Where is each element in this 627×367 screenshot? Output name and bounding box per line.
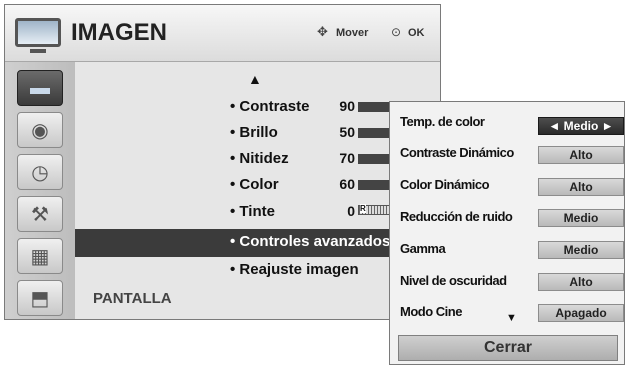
tv-icon	[15, 18, 61, 53]
sidebar-item-network[interactable]: ▦	[17, 238, 63, 274]
sidebar-item-audio[interactable]: ◉	[17, 112, 63, 148]
section-label: PANTALLA	[93, 290, 172, 307]
popup-label-modo-cine: Modo Cine	[400, 304, 462, 319]
tinte-slider-r-label: R	[360, 204, 366, 213]
nivel-oscuridad-button[interactable]: Alto	[538, 273, 624, 291]
contraste-value: 90	[339, 98, 355, 114]
modo-cine-button[interactable]: Apagado	[538, 304, 624, 322]
menu-item-color[interactable]: • Color	[230, 176, 279, 193]
temp-color-value: Medio	[563, 119, 599, 133]
gamma-button[interactable]: Medio	[538, 241, 624, 259]
color-value: 60	[339, 176, 355, 192]
popup-label-reduccion-ruido: Reducción de ruido	[400, 209, 513, 224]
menu-item-tinte[interactable]: • Tinte	[230, 203, 275, 220]
tv-icon: ▬	[30, 76, 50, 99]
nitidez-value: 70	[339, 150, 355, 166]
popup-label-color-dinamico: Color Dinámico	[400, 177, 490, 192]
popup-label-contraste-dinamico: Contraste Dinámico	[400, 145, 514, 160]
ok-button-icon: ⊙	[391, 25, 402, 39]
tinte-value: 0	[347, 203, 355, 219]
menu-item-contraste[interactable]: • Contraste	[230, 98, 309, 115]
reduccion-ruido-button[interactable]: Medio	[538, 209, 624, 227]
popup-label-nivel-oscuridad: Nivel de oscuridad	[400, 273, 507, 288]
sidebar: ▬ ◉ ◷ ⚒ ▦ ⬒	[5, 62, 75, 319]
sidebar-item-time[interactable]: ◷	[17, 154, 63, 190]
scroll-down-icon[interactable]: ▼	[506, 312, 517, 324]
popup-label-temp-color: Temp. de color	[400, 114, 485, 129]
speaker-icon: ◉	[31, 119, 49, 142]
option-icon: ⬒	[30, 287, 50, 310]
menu-item-controles-avanzados[interactable]: • Controles avanzados	[230, 233, 390, 250]
osd-menu-frame: IMAGEN ✥ Mover ⊙ OK ▬ ◉ ◷ ⚒ ▦ ⬒ ▲ • Cont…	[4, 4, 441, 320]
clock-icon: ◷	[31, 161, 49, 184]
contraste-dinamico-button[interactable]: Alto	[538, 146, 624, 164]
brillo-value: 50	[339, 124, 355, 140]
arrow-right-icon[interactable]: ►	[602, 119, 614, 133]
menu-header: IMAGEN ✥ Mover ⊙ OK	[5, 5, 440, 62]
sidebar-item-option[interactable]: ⬒	[17, 280, 63, 316]
temp-color-selector[interactable]: ◄ Medio ►	[538, 117, 624, 135]
network-icon: ▦	[30, 245, 50, 268]
menu-title: IMAGEN	[71, 19, 167, 46]
color-dinamico-button[interactable]: Alto	[538, 178, 624, 196]
scroll-up-icon[interactable]: ▲	[248, 71, 262, 87]
move-arrows-icon: ✥	[317, 24, 328, 39]
menu-item-reajuste-imagen[interactable]: • Reajuste imagen	[230, 261, 359, 278]
sidebar-item-setup[interactable]: ⚒	[17, 196, 63, 232]
tinte-slider[interactable]: R	[358, 204, 392, 215]
arrow-left-icon[interactable]: ◄	[548, 119, 560, 133]
toolbox-icon: ⚒	[31, 203, 49, 226]
menu-item-nitidez[interactable]: • Nitidez	[230, 150, 289, 167]
menu-item-brillo[interactable]: • Brillo	[230, 124, 278, 141]
move-hint-label: Mover	[336, 27, 369, 39]
close-button[interactable]: Cerrar	[398, 335, 618, 361]
popup-label-gamma: Gamma	[400, 241, 446, 256]
advanced-controls-popup: Temp. de color ◄ Medio ► Contraste Dinám…	[389, 101, 625, 365]
ok-hint-label: OK	[408, 27, 425, 39]
sidebar-item-picture[interactable]: ▬	[17, 70, 63, 106]
